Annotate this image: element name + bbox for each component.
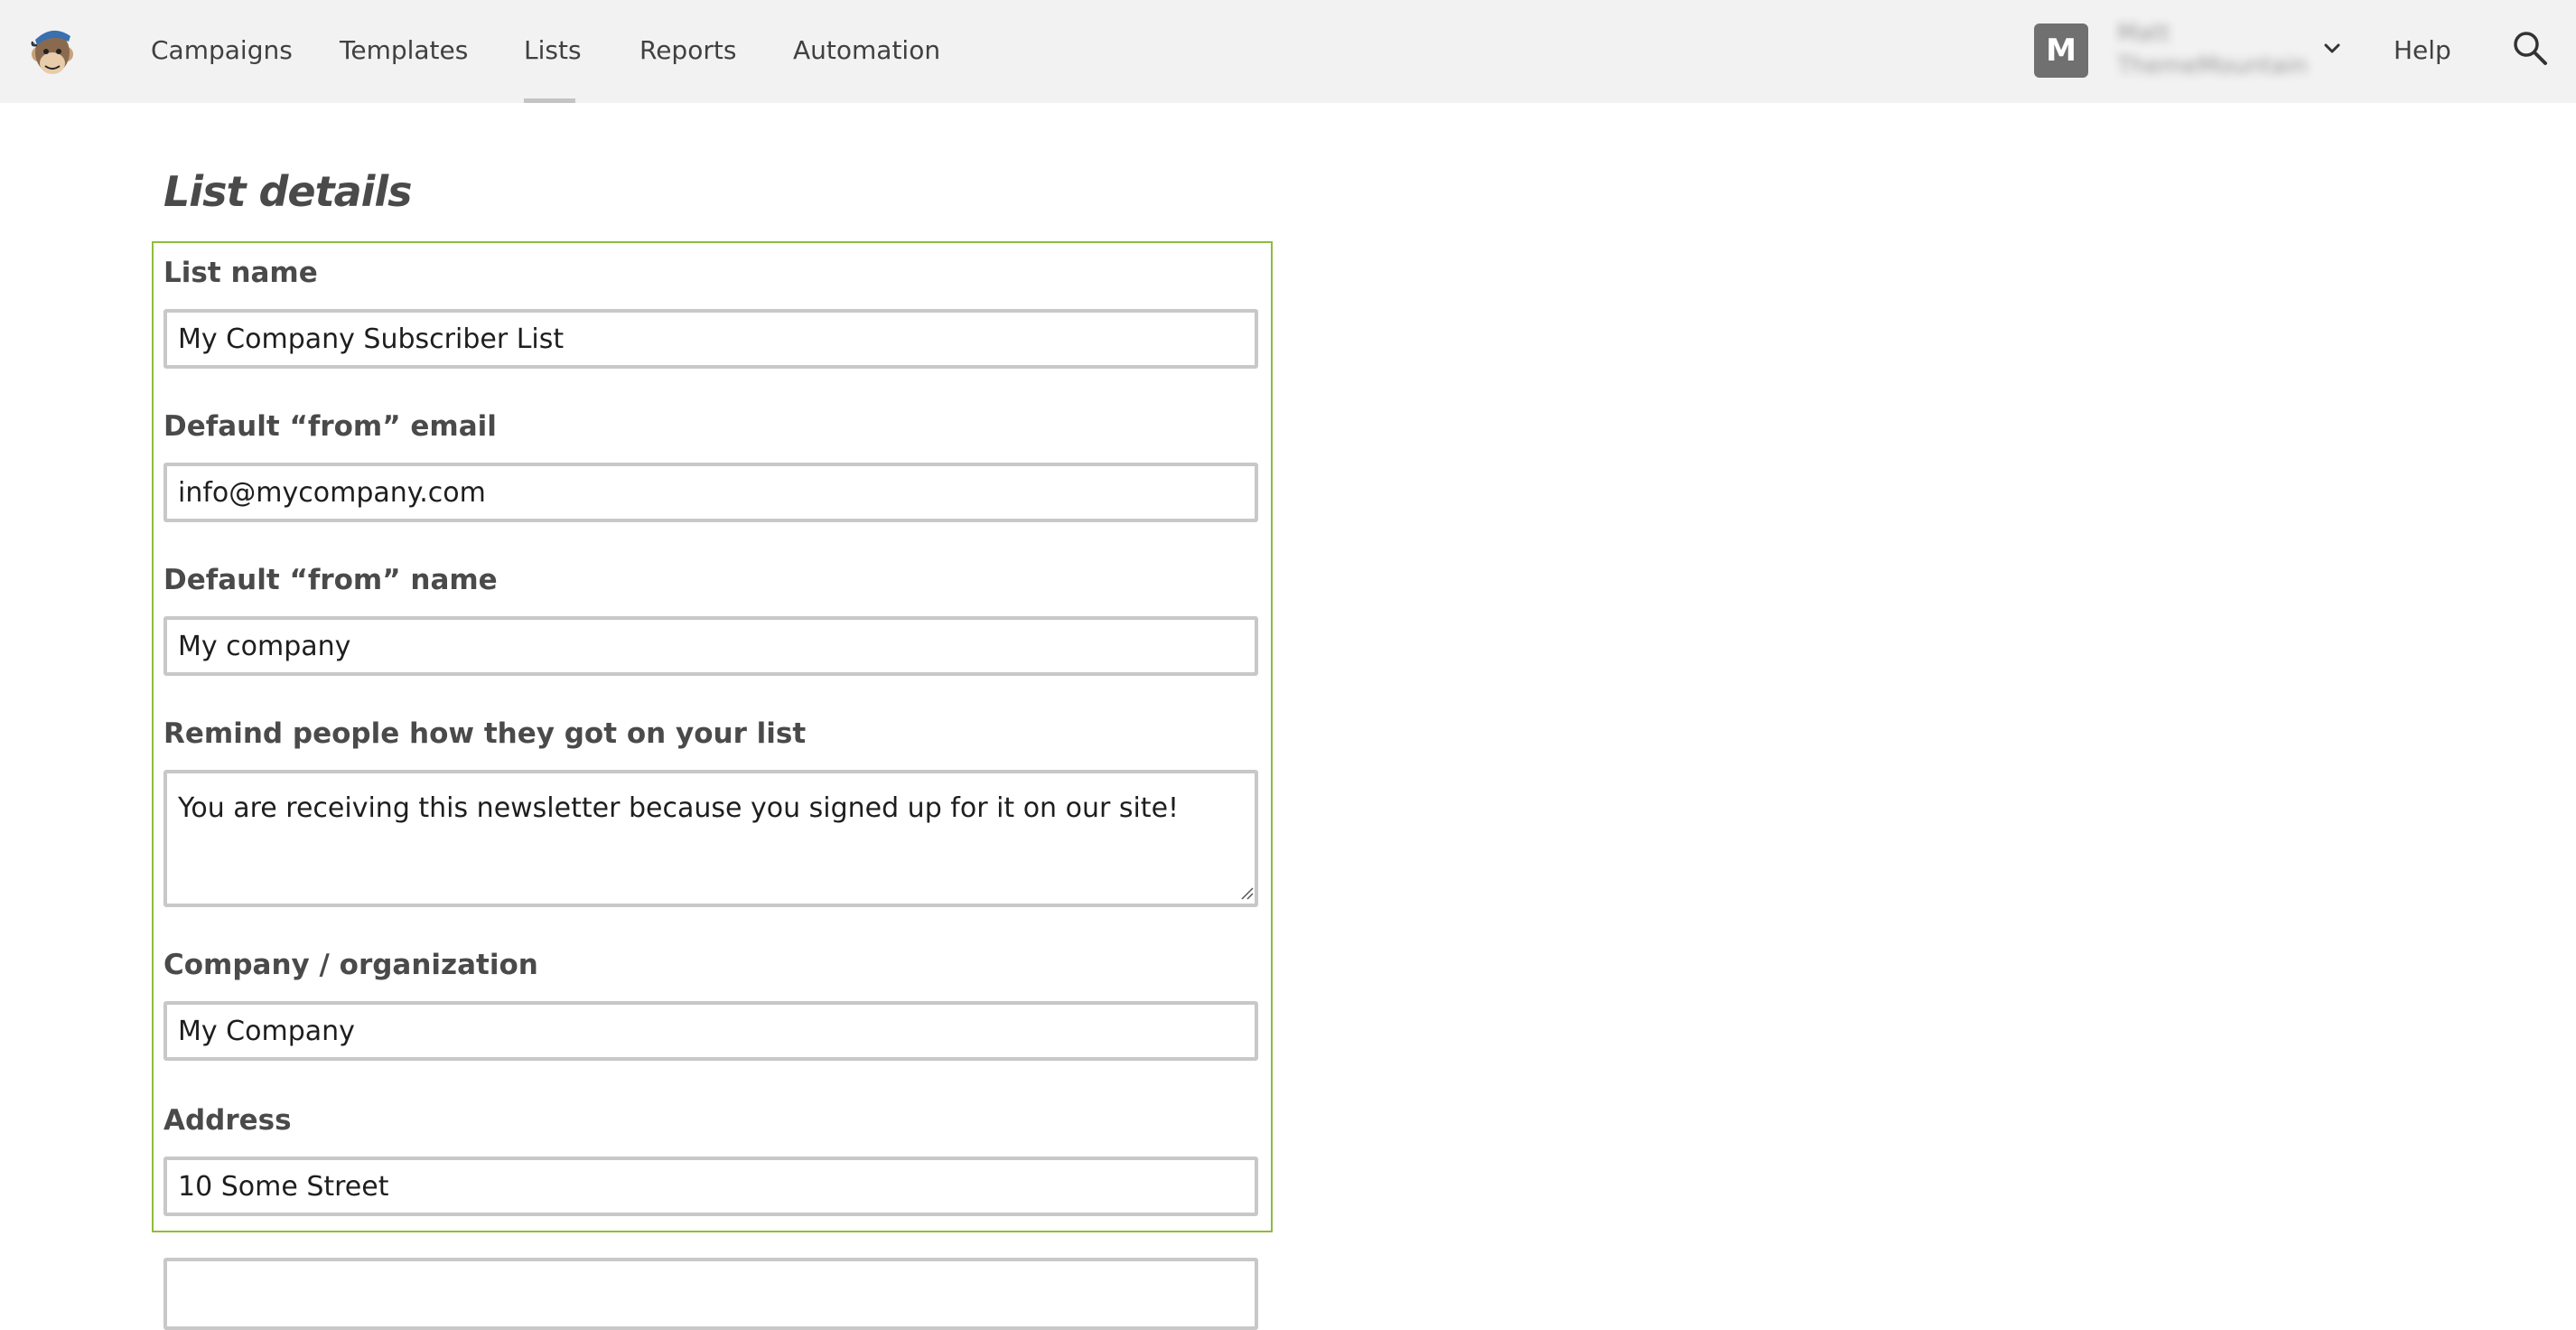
mailchimp-logo-icon[interactable] [25, 22, 79, 80]
active-tab-indicator [524, 98, 575, 103]
nav-templates[interactable]: Templates [340, 33, 468, 69]
account-avatar[interactable]: M [2034, 23, 2088, 78]
address-label: Address [163, 1104, 292, 1137]
nav-campaigns[interactable]: Campaigns [151, 33, 293, 69]
address-line-2-input[interactable] [163, 1258, 1258, 1330]
nav-lists[interactable]: Lists [524, 33, 582, 69]
top-navigation-bar: Campaigns Templates Lists Reports Automa… [0, 0, 2576, 103]
search-icon[interactable] [2511, 29, 2549, 67]
page-title: List details [163, 167, 413, 216]
list-name-input[interactable] [163, 309, 1258, 369]
from-name-label: Default “from” name [163, 564, 498, 596]
company-input[interactable] [163, 1001, 1258, 1061]
from-email-label: Default “from” email [163, 410, 497, 443]
permission-reminder-label: Remind people how they got on your list [163, 717, 807, 750]
textarea-resize-handle[interactable] [1239, 885, 1254, 900]
nav-automation[interactable]: Automation [793, 33, 940, 69]
chevron-down-icon[interactable] [2321, 38, 2343, 60]
address-input[interactable] [163, 1157, 1258, 1216]
from-name-input[interactable] [163, 616, 1258, 676]
company-label: Company / organization [163, 949, 538, 981]
nav-reports[interactable]: Reports [639, 33, 736, 69]
account-name[interactable]: Matt [2117, 18, 2170, 49]
list-name-label: List name [163, 257, 318, 289]
help-link[interactable]: Help [2394, 33, 2451, 69]
account-organization[interactable]: ThemeMountain [2117, 51, 2308, 81]
permission-reminder-textarea[interactable]: You are receiving this newsletter becaus… [163, 770, 1258, 907]
from-email-input[interactable] [163, 463, 1258, 522]
